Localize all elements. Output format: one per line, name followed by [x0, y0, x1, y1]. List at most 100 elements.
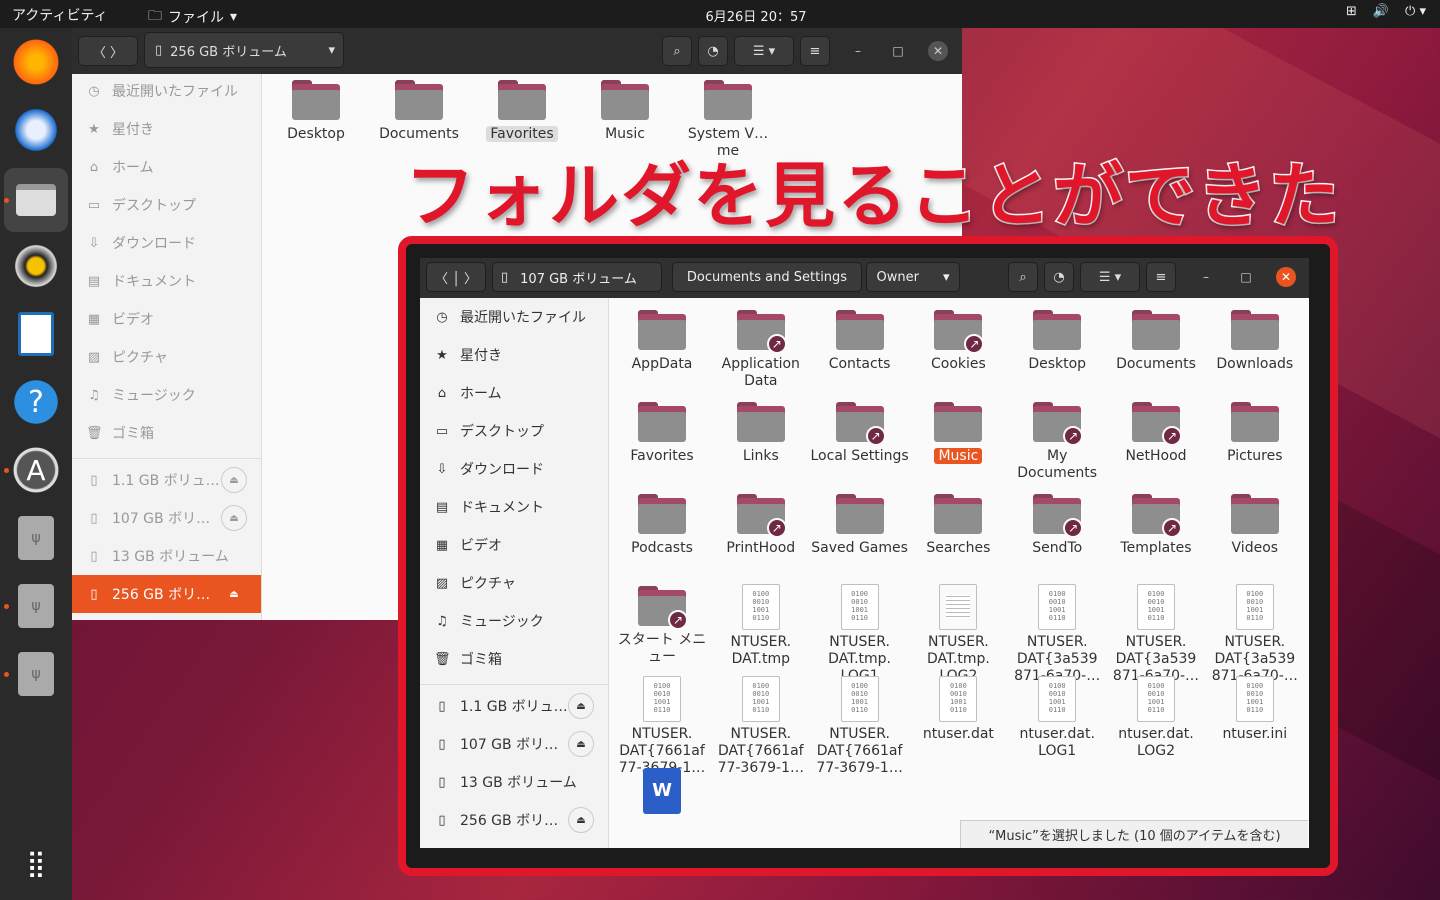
folder-item[interactable]: Favorites: [612, 400, 712, 465]
folder-item[interactable]: Searches: [908, 492, 1008, 557]
clock[interactable]: 6月26日 20：57: [0, 6, 1440, 25]
path-bar[interactable]: ▯ 256 GB ボリューム ▾: [144, 32, 344, 68]
menu-icon[interactable]: ≡: [1146, 262, 1176, 292]
sidebar-item-documents[interactable]: ▤ ドキュメント: [72, 262, 261, 300]
sidebar-item-recent[interactable]: ◷ 最近開いたファイル: [72, 72, 261, 110]
folder-item[interactable]: ↗ Templates: [1106, 492, 1206, 557]
sidebar-item-trash[interactable]: 🗑 ゴミ箱: [420, 640, 608, 678]
file-item[interactable]: 0100 0010 1001 0110NTUSER. DAT{3a539 871…: [1205, 584, 1305, 685]
disk-usage-icon[interactable]: ◔: [698, 36, 728, 66]
system-tray[interactable]: ⊞ 🔊 ⏻ ▾: [1346, 4, 1426, 19]
nav-buttons[interactable]: 〈 │ 〉: [426, 262, 486, 292]
folder-item[interactable]: Saved Games: [810, 492, 910, 557]
maximize-icon[interactable]: □: [888, 41, 908, 61]
view-options-button[interactable]: ☰ ▾: [734, 36, 794, 66]
folder-item[interactable]: Documents: [369, 78, 469, 143]
sidebar-item-recent[interactable]: ◷ 最近開いたファイル: [420, 298, 608, 336]
sidebar-item-pictures[interactable]: ▨ ピクチャ: [420, 564, 608, 602]
sidebar-item-home[interactable]: ⌂ ホーム: [420, 374, 608, 412]
sidebar-volume[interactable]: ▯ 1.1 GB ボリュ… ⏏: [420, 687, 608, 725]
sidebar-item-starred[interactable]: ★ 星付き: [420, 336, 608, 374]
sidebar-item-downloads[interactable]: ⇩ ダウンロード: [72, 224, 261, 262]
sidebar-item-documents[interactable]: ▤ ドキュメント: [420, 488, 608, 526]
folder-item[interactable]: ↗ スタート メニュー: [612, 584, 712, 666]
eject-icon[interactable]: ⏏: [568, 693, 594, 719]
sidebar-volume-selected[interactable]: ▯ 256 GB ボリ… ⏏: [72, 575, 261, 613]
sidebar-volume[interactable]: ▯ 256 GB ボリ… ⏏: [420, 801, 608, 839]
writer-icon[interactable]: [10, 308, 62, 360]
sidebar-item-desktop[interactable]: ▭ デスクトップ: [420, 412, 608, 450]
folder-item[interactable]: Podcasts: [612, 492, 712, 557]
folder-item[interactable]: AppData: [612, 308, 712, 373]
search-icon[interactable]: ⌕: [662, 36, 692, 66]
search-icon[interactable]: ⌕: [1008, 262, 1038, 292]
folder-item[interactable]: Contacts: [810, 308, 910, 373]
sidebar-volume[interactable]: ▯ 1.1 GB ボリュ… ⏏: [72, 461, 261, 499]
folder-item[interactable]: Documents: [1106, 308, 1206, 373]
usb-drive-icon[interactable]: ψ: [10, 648, 62, 700]
nav-buttons[interactable]: 〈 〉: [78, 36, 138, 66]
minimize-icon[interactable]: –: [1196, 267, 1216, 287]
show-apps-icon[interactable]: ⣿: [10, 838, 62, 890]
usb-drive-icon[interactable]: ψ: [10, 580, 62, 632]
file-item[interactable]: W: [612, 768, 712, 814]
file-item[interactable]: 0100 0010 1001 0110 ntuser.dat: [908, 676, 1008, 743]
sidebar-volume[interactable]: ▯ 107 GB ボリ… ⏏: [72, 499, 261, 537]
file-item[interactable]: 0100 0010 1001 0110NTUSER. DAT{3a539 871…: [1106, 584, 1206, 685]
file-item[interactable]: NTUSER. DAT.tmp. LOG2: [908, 584, 1008, 685]
folder-item[interactable]: Music: [575, 78, 675, 143]
file-item[interactable]: 0100 0010 1001 0110 ntuser.dat. LOG1: [1007, 676, 1107, 760]
sidebar-volume[interactable]: ▯ 13 GB ボリューム: [72, 537, 261, 575]
software-icon[interactable]: A: [10, 444, 62, 496]
eject-icon[interactable]: ⏏: [568, 731, 594, 757]
sidebar-item-desktop[interactable]: ▭ デスクトップ: [72, 186, 261, 224]
disk-usage-icon[interactable]: ◔: [1044, 262, 1074, 292]
maximize-icon[interactable]: □: [1236, 267, 1256, 287]
folder-item[interactable]: Links: [711, 400, 811, 465]
file-item[interactable]: 0100 0010 1001 0110 ntuser.dat. LOG2: [1106, 676, 1206, 760]
file-item[interactable]: 0100 0010 1001 0110NTUSER. DAT{7661af 77…: [711, 676, 811, 777]
breadcrumb-1[interactable]: Documents and Settings: [672, 262, 862, 292]
folder-item[interactable]: Desktop: [1007, 308, 1107, 373]
sidebar-item-videos[interactable]: ▦ ビデオ: [420, 526, 608, 564]
sidebar-volume[interactable]: ▯ 13 GB ボリューム: [420, 763, 608, 801]
view-options-button[interactable]: ☰ ▾: [1080, 262, 1140, 292]
file-item[interactable]: 0100 0010 1001 0110NTUSER. DAT{7661af 77…: [810, 676, 910, 777]
breadcrumb-0[interactable]: ▯ 107 GB ボリューム: [492, 262, 662, 292]
breadcrumb-2[interactable]: Owner ▾: [866, 262, 960, 292]
sidebar-item-home[interactable]: ⌂ ホーム: [72, 148, 261, 186]
folder-item[interactable]: Videos: [1205, 492, 1305, 557]
folder-item[interactable]: ↗ Cookies: [908, 308, 1008, 373]
eject-icon[interactable]: ⏏: [221, 467, 247, 493]
folder-item[interactable]: Favorites: [472, 78, 572, 143]
folder-item[interactable]: ↗ Application Data: [711, 308, 811, 390]
folder-item[interactable]: ↗ NetHood: [1106, 400, 1206, 465]
menu-icon[interactable]: ≡: [800, 36, 830, 66]
sidebar-item-music[interactable]: ♫ ミュージック: [72, 376, 261, 414]
eject-icon[interactable]: ⏏: [221, 505, 247, 531]
file-item[interactable]: 0100 0010 1001 0110NTUSER. DAT{7661af 77…: [612, 676, 712, 777]
file-item[interactable]: 0100 0010 1001 0110NTUSER. DAT.tmp. LOG1: [810, 584, 910, 685]
folder-item[interactable]: Desktop: [266, 78, 366, 143]
file-item[interactable]: 0100 0010 1001 0110 NTUSER. DAT.tmp: [711, 584, 811, 668]
close-icon[interactable]: ✕: [1276, 267, 1296, 287]
help-icon[interactable]: ?: [10, 376, 62, 428]
eject-icon[interactable]: ⏏: [221, 581, 247, 607]
eject-icon[interactable]: ⏏: [568, 807, 594, 833]
file-item[interactable]: 0100 0010 1001 0110NTUSER. DAT{3a539 871…: [1007, 584, 1107, 685]
files-icon[interactable]: [4, 168, 68, 232]
usb-drive-icon[interactable]: ψ: [10, 512, 62, 564]
folder-item[interactable]: ↗ My Documents: [1007, 400, 1107, 482]
firefox-icon[interactable]: [10, 36, 62, 88]
minimize-icon[interactable]: –: [848, 41, 868, 61]
folder-item[interactable]: ↗ SendTo: [1007, 492, 1107, 557]
rhythmbox-icon[interactable]: [10, 240, 62, 292]
folder-item[interactable]: ↗ PrintHood: [711, 492, 811, 557]
sidebar-item-trash[interactable]: 🗑 ゴミ箱: [72, 414, 261, 452]
sidebar-item-pictures[interactable]: ▨ ピクチャ: [72, 338, 261, 376]
sidebar-volume[interactable]: ▯ 107 GB ボリ… ⏏: [420, 725, 608, 763]
folder-item[interactable]: Pictures: [1205, 400, 1305, 465]
sidebar-item-downloads[interactable]: ⇩ ダウンロード: [420, 450, 608, 488]
sidebar-item-music[interactable]: ♫ ミュージック: [420, 602, 608, 640]
folder-item[interactable]: Downloads: [1205, 308, 1305, 373]
